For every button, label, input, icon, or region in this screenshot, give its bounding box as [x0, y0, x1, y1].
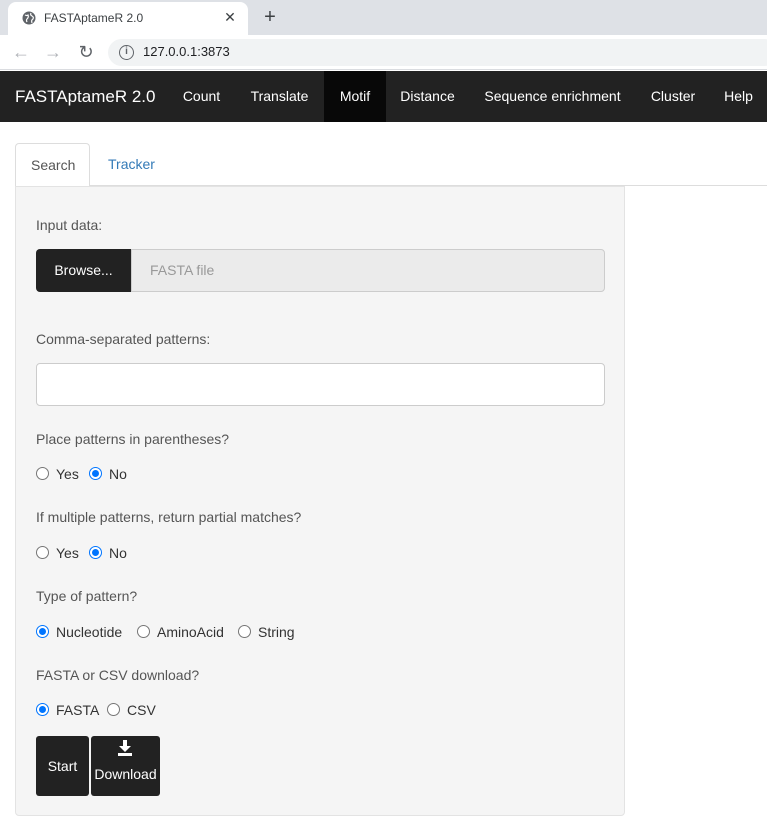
- download-icon: [118, 740, 132, 756]
- radio-label: Nucleotide: [56, 624, 123, 640]
- radio-checked-icon[interactable]: [36, 625, 49, 638]
- nav-motif[interactable]: Motif: [324, 71, 386, 122]
- browser-tab[interactable]: FASTAptameR 2.0 ✕: [8, 2, 248, 35]
- radio-label: CSV: [127, 702, 156, 718]
- search-form-panel: Input data: Browse... FASTA file Comma-s…: [15, 186, 625, 816]
- download-button-label: Download: [94, 766, 157, 782]
- radio-unchecked-icon[interactable]: [36, 467, 49, 480]
- nav-help[interactable]: Help: [710, 71, 767, 122]
- panel-tabs: Search Tracker: [15, 143, 767, 187]
- browser-toolbar: ← → ↻ i 127.0.0.1:3873: [0, 35, 767, 70]
- nav-translate[interactable]: Translate: [235, 71, 324, 122]
- tab-search[interactable]: Search: [15, 143, 90, 187]
- radio-label: Yes: [56, 466, 79, 482]
- pattern-type-label: Type of pattern?: [36, 588, 138, 604]
- download-type-label: FASTA or CSV download?: [36, 667, 200, 683]
- file-input-group: Browse... FASTA file: [36, 249, 605, 292]
- radio-label: String: [258, 624, 295, 640]
- input-data-label: Input data:: [36, 217, 103, 233]
- url-text[interactable]: 127.0.0.1:3873: [143, 44, 230, 59]
- radio-checked-icon[interactable]: [36, 703, 49, 716]
- new-tab-plus-icon[interactable]: +: [258, 5, 282, 29]
- patterns-input[interactable]: [36, 363, 605, 406]
- app-brand[interactable]: FASTAptameR 2.0: [15, 87, 155, 107]
- address-bar[interactable]: i 127.0.0.1:3873: [108, 39, 767, 66]
- info-icon[interactable]: i: [119, 45, 134, 60]
- patterns-label: Comma-separated patterns:: [36, 331, 211, 347]
- start-button[interactable]: Start: [36, 736, 89, 796]
- browser-tab-title: FASTAptameR 2.0: [44, 11, 144, 25]
- radio-unchecked-icon[interactable]: [36, 546, 49, 559]
- back-arrow-icon[interactable]: ←: [9, 40, 33, 64]
- nav-distance[interactable]: Distance: [386, 71, 469, 122]
- reload-icon[interactable]: ↻: [74, 40, 98, 64]
- nav-count[interactable]: Count: [168, 71, 235, 122]
- radio-unchecked-icon[interactable]: [107, 703, 120, 716]
- tab-tracker[interactable]: Tracker: [93, 143, 170, 186]
- radio-checked-icon[interactable]: [89, 546, 102, 559]
- file-name-field[interactable]: FASTA file: [131, 249, 605, 292]
- partial-matches-label: If multiple patterns, return partial mat…: [36, 509, 302, 525]
- close-icon[interactable]: ✕: [222, 9, 238, 25]
- download-button[interactable]: Download: [91, 736, 160, 796]
- forward-arrow-icon[interactable]: →: [41, 40, 65, 64]
- browse-button[interactable]: Browse...: [36, 249, 131, 292]
- radio-label: No: [109, 545, 127, 561]
- radio-label: No: [109, 466, 127, 482]
- radio-checked-icon[interactable]: [89, 467, 102, 480]
- globe-icon: [22, 11, 36, 25]
- parentheses-label: Place patterns in parentheses?: [36, 431, 230, 447]
- radio-label: AminoAcid: [157, 624, 224, 640]
- nav-cluster[interactable]: Cluster: [636, 71, 710, 122]
- browser-tabstrip: FASTAptameR 2.0 ✕ +: [0, 0, 767, 35]
- radio-label: FASTA: [56, 702, 100, 718]
- radio-unchecked-icon[interactable]: [137, 625, 150, 638]
- nav-sequence-enrichment[interactable]: Sequence enrichment: [469, 71, 636, 122]
- radio-unchecked-icon[interactable]: [238, 625, 251, 638]
- app-navbar: FASTAptameR 2.0 Count Translate Motif Di…: [0, 71, 767, 122]
- radio-label: Yes: [56, 545, 79, 561]
